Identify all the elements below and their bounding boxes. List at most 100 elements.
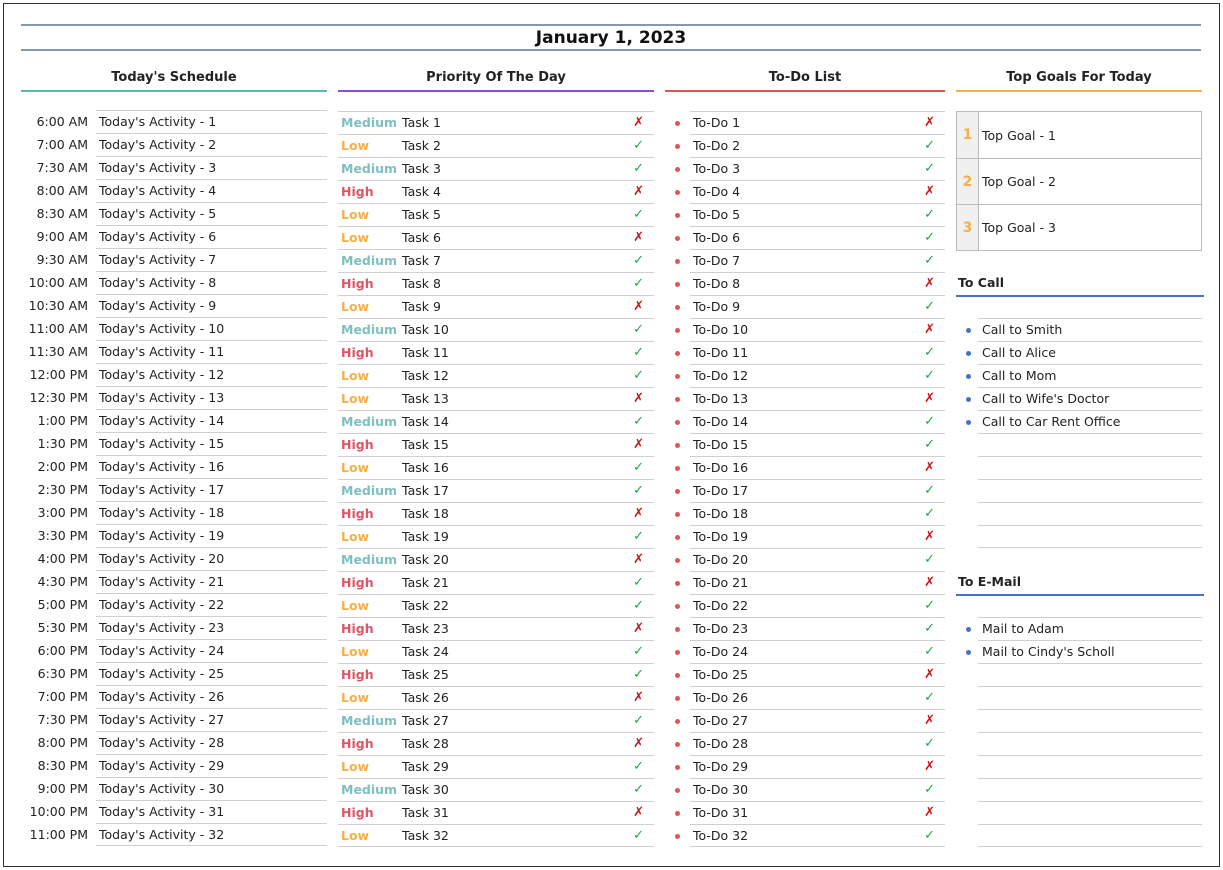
task-name[interactable]: Task 19	[402, 526, 449, 548]
schedule-activity[interactable]: Today's Activity - 28	[96, 731, 327, 754]
todo-text[interactable]: To-Do 24	[690, 644, 748, 659]
todo-text[interactable]: To-Do 31	[690, 805, 748, 820]
call-item[interactable]	[978, 433, 1202, 456]
cross-icon[interactable]: ✗	[924, 572, 935, 594]
task-name[interactable]: Task 27	[402, 710, 449, 732]
schedule-activity[interactable]: Today's Activity - 11	[96, 340, 327, 363]
check-icon[interactable]: ✓	[633, 526, 644, 548]
cross-icon[interactable]: ✗	[924, 756, 935, 778]
task-name[interactable]: Task 28	[402, 733, 449, 755]
check-icon[interactable]: ✓	[633, 342, 644, 364]
check-icon[interactable]: ✓	[633, 572, 644, 594]
check-icon[interactable]: ✓	[924, 549, 935, 571]
cross-icon[interactable]: ✗	[633, 112, 644, 134]
check-icon[interactable]: ✓	[633, 595, 644, 617]
email-item[interactable]	[978, 778, 1202, 801]
check-icon[interactable]: ✓	[633, 710, 644, 732]
check-icon[interactable]: ✓	[633, 365, 644, 387]
todo-text[interactable]: To-Do 10	[690, 322, 748, 337]
schedule-activity[interactable]: Today's Activity - 17	[96, 478, 327, 501]
check-icon[interactable]: ✓	[924, 250, 935, 272]
cross-icon[interactable]: ✗	[924, 319, 935, 341]
cross-icon[interactable]: ✗	[633, 227, 644, 249]
task-name[interactable]: Task 8	[402, 273, 441, 295]
task-name[interactable]: Task 2	[402, 135, 441, 157]
todo-text[interactable]: To-Do 9	[690, 299, 740, 314]
todo-text[interactable]: To-Do 30	[690, 782, 748, 797]
schedule-activity[interactable]: Today's Activity - 1	[96, 110, 327, 133]
email-item[interactable]	[978, 824, 1202, 847]
schedule-activity[interactable]: Today's Activity - 19	[96, 524, 327, 547]
schedule-activity[interactable]: Today's Activity - 30	[96, 777, 327, 800]
task-name[interactable]: Task 18	[402, 503, 449, 525]
task-name[interactable]: Task 22	[402, 595, 449, 617]
check-icon[interactable]: ✓	[633, 825, 644, 847]
schedule-activity[interactable]: Today's Activity - 29	[96, 754, 327, 777]
check-icon[interactable]: ✓	[924, 204, 935, 226]
check-icon[interactable]: ✓	[924, 365, 935, 387]
todo-text[interactable]: To-Do 16	[690, 460, 748, 475]
task-name[interactable]: Task 10	[402, 319, 449, 341]
todo-text[interactable]: To-Do 27	[690, 713, 748, 728]
todo-text[interactable]: To-Do 26	[690, 690, 748, 705]
todo-text[interactable]: To-Do 21	[690, 575, 748, 590]
task-name[interactable]: Task 4	[402, 181, 441, 203]
schedule-activity[interactable]: Today's Activity - 16	[96, 455, 327, 478]
goal-text[interactable]: Top Goal - 2	[979, 174, 1056, 189]
schedule-activity[interactable]: Today's Activity - 15	[96, 432, 327, 455]
cross-icon[interactable]: ✗	[924, 802, 935, 824]
cross-icon[interactable]: ✗	[924, 273, 935, 295]
check-icon[interactable]: ✓	[633, 457, 644, 479]
task-name[interactable]: Task 6	[402, 227, 441, 249]
todo-text[interactable]: To-Do 11	[690, 345, 748, 360]
schedule-activity[interactable]: Today's Activity - 4	[96, 179, 327, 202]
check-icon[interactable]: ✓	[924, 618, 935, 640]
check-icon[interactable]: ✓	[924, 825, 935, 847]
task-name[interactable]: Task 12	[402, 365, 449, 387]
todo-text[interactable]: To-Do 25	[690, 667, 748, 682]
schedule-activity[interactable]: Today's Activity - 8	[96, 271, 327, 294]
check-icon[interactable]: ✓	[633, 158, 644, 180]
call-item[interactable]: Call to Car Rent Office	[966, 410, 1202, 433]
call-item[interactable]	[978, 502, 1202, 525]
call-item[interactable]: Call to Mom	[966, 364, 1202, 387]
email-item[interactable]	[978, 686, 1202, 709]
check-icon[interactable]: ✓	[633, 411, 644, 433]
cross-icon[interactable]: ✗	[924, 710, 935, 732]
cross-icon[interactable]: ✗	[924, 388, 935, 410]
check-icon[interactable]: ✓	[633, 250, 644, 272]
check-icon[interactable]: ✓	[924, 641, 935, 663]
task-name[interactable]: Task 15	[402, 434, 449, 456]
check-icon[interactable]: ✓	[633, 319, 644, 341]
task-name[interactable]: Task 17	[402, 480, 449, 502]
task-name[interactable]: Task 32	[402, 825, 449, 847]
todo-text[interactable]: To-Do 17	[690, 483, 748, 498]
check-icon[interactable]: ✓	[633, 641, 644, 663]
schedule-activity[interactable]: Today's Activity - 10	[96, 317, 327, 340]
todo-text[interactable]: To-Do 1	[690, 115, 740, 130]
cross-icon[interactable]: ✗	[633, 549, 644, 571]
schedule-activity[interactable]: Today's Activity - 20	[96, 547, 327, 570]
task-name[interactable]: Task 23	[402, 618, 449, 640]
schedule-activity[interactable]: Today's Activity - 3	[96, 156, 327, 179]
schedule-activity[interactable]: Today's Activity - 25	[96, 662, 327, 685]
cross-icon[interactable]: ✗	[633, 687, 644, 709]
call-item[interactable]: Call to Wife's Doctor	[966, 387, 1202, 410]
cross-icon[interactable]: ✗	[633, 618, 644, 640]
task-name[interactable]: Task 30	[402, 779, 449, 801]
task-name[interactable]: Task 25	[402, 664, 449, 686]
todo-text[interactable]: To-Do 5	[690, 207, 740, 222]
cross-icon[interactable]: ✗	[633, 802, 644, 824]
cross-icon[interactable]: ✗	[924, 457, 935, 479]
todo-text[interactable]: To-Do 28	[690, 736, 748, 751]
todo-text[interactable]: To-Do 20	[690, 552, 748, 567]
check-icon[interactable]: ✓	[924, 158, 935, 180]
schedule-activity[interactable]: Today's Activity - 9	[96, 294, 327, 317]
check-icon[interactable]: ✓	[633, 135, 644, 157]
check-icon[interactable]: ✓	[924, 227, 935, 249]
email-item[interactable]	[978, 732, 1202, 755]
check-icon[interactable]: ✓	[924, 733, 935, 755]
call-item[interactable]	[978, 525, 1202, 548]
todo-text[interactable]: To-Do 4	[690, 184, 740, 199]
schedule-activity[interactable]: Today's Activity - 5	[96, 202, 327, 225]
